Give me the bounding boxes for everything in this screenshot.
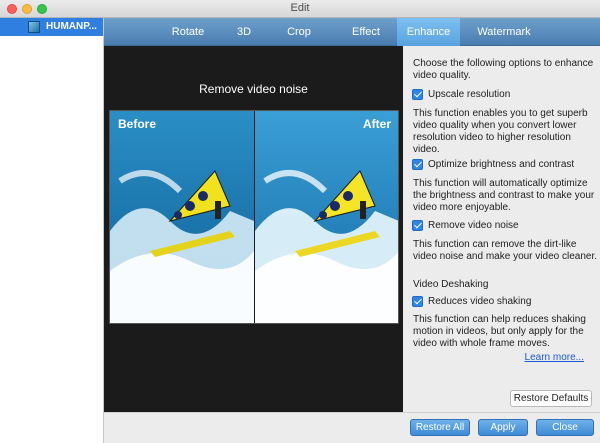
tab-rotate[interactable]: Rotate [160, 18, 216, 46]
tab-3d[interactable]: 3D [220, 18, 268, 46]
video-thumbnail-icon [28, 21, 40, 33]
bottom-action-bar: Restore All Apply Close [104, 412, 600, 443]
file-name: HUMANP... [46, 21, 97, 32]
reduce-shaking-description: This function can help reduces shaking m… [413, 314, 586, 349]
restore-all-button[interactable]: Restore All [410, 419, 470, 436]
preview-title: Remove video noise [199, 82, 308, 96]
remove-noise-checkbox[interactable]: Remove video noise [412, 218, 519, 232]
enhance-options-panel: Choose the following options to enhance … [403, 46, 600, 412]
video-deshaking-heading: Video Deshaking [413, 279, 489, 290]
learn-more-link[interactable]: Learn more... [525, 352, 584, 363]
tab-watermark[interactable]: Watermark [468, 18, 540, 46]
upscale-resolution-label[interactable]: Upscale resolution [428, 89, 510, 100]
tab-effect[interactable]: Effect [338, 18, 394, 46]
optimize-brightness-label[interactable]: Optimize brightness and contrast [428, 159, 574, 170]
close-button[interactable]: Close [536, 419, 594, 436]
enhance-intro-text: Choose the following options to enhance … [413, 58, 594, 81]
reduce-shaking-checkbox[interactable]: Reduces video shaking [412, 294, 531, 308]
before-preview-image: Before [110, 111, 254, 323]
restore-defaults-button[interactable]: Restore Defaults [510, 390, 592, 407]
tab-enhance[interactable]: Enhance [397, 18, 460, 46]
after-label: After [362, 117, 391, 131]
window-title: Edit [290, 2, 310, 14]
checkbox-checked-icon[interactable] [412, 295, 423, 307]
checkbox-checked-icon[interactable] [412, 219, 423, 231]
before-label: Before [118, 117, 157, 131]
optimize-brightness-checkbox[interactable]: Optimize brightness and contrast [412, 157, 574, 171]
before-after-comparison: Before After [109, 110, 399, 324]
upscale-resolution-description: This function enables you to get superb … [413, 108, 588, 155]
file-list-sidebar: HUMANP... [0, 18, 104, 443]
title-bar: Edit [0, 0, 600, 18]
checkbox-checked-icon[interactable] [412, 88, 423, 100]
edit-window: Edit HUMANP... Rotate 3D Crop Effect Enh… [0, 0, 600, 443]
edit-tab-bar: Rotate 3D Crop Effect Enhance Watermark [104, 18, 600, 46]
preview-panel: Remove video noise Before After [104, 46, 403, 412]
apply-button[interactable]: Apply [478, 419, 528, 436]
optimize-brightness-description: This function will automatically optimiz… [413, 178, 595, 213]
remove-noise-description: This function can remove the dirt-like v… [413, 239, 598, 262]
tab-crop[interactable]: Crop [274, 18, 324, 46]
file-list-item[interactable]: HUMANP... [0, 18, 103, 36]
remove-noise-label[interactable]: Remove video noise [428, 220, 519, 231]
reduce-shaking-label[interactable]: Reduces video shaking [428, 296, 531, 307]
checkbox-checked-icon[interactable] [412, 158, 423, 170]
after-preview-image: After [255, 111, 398, 323]
upscale-resolution-checkbox[interactable]: Upscale resolution [412, 87, 510, 101]
